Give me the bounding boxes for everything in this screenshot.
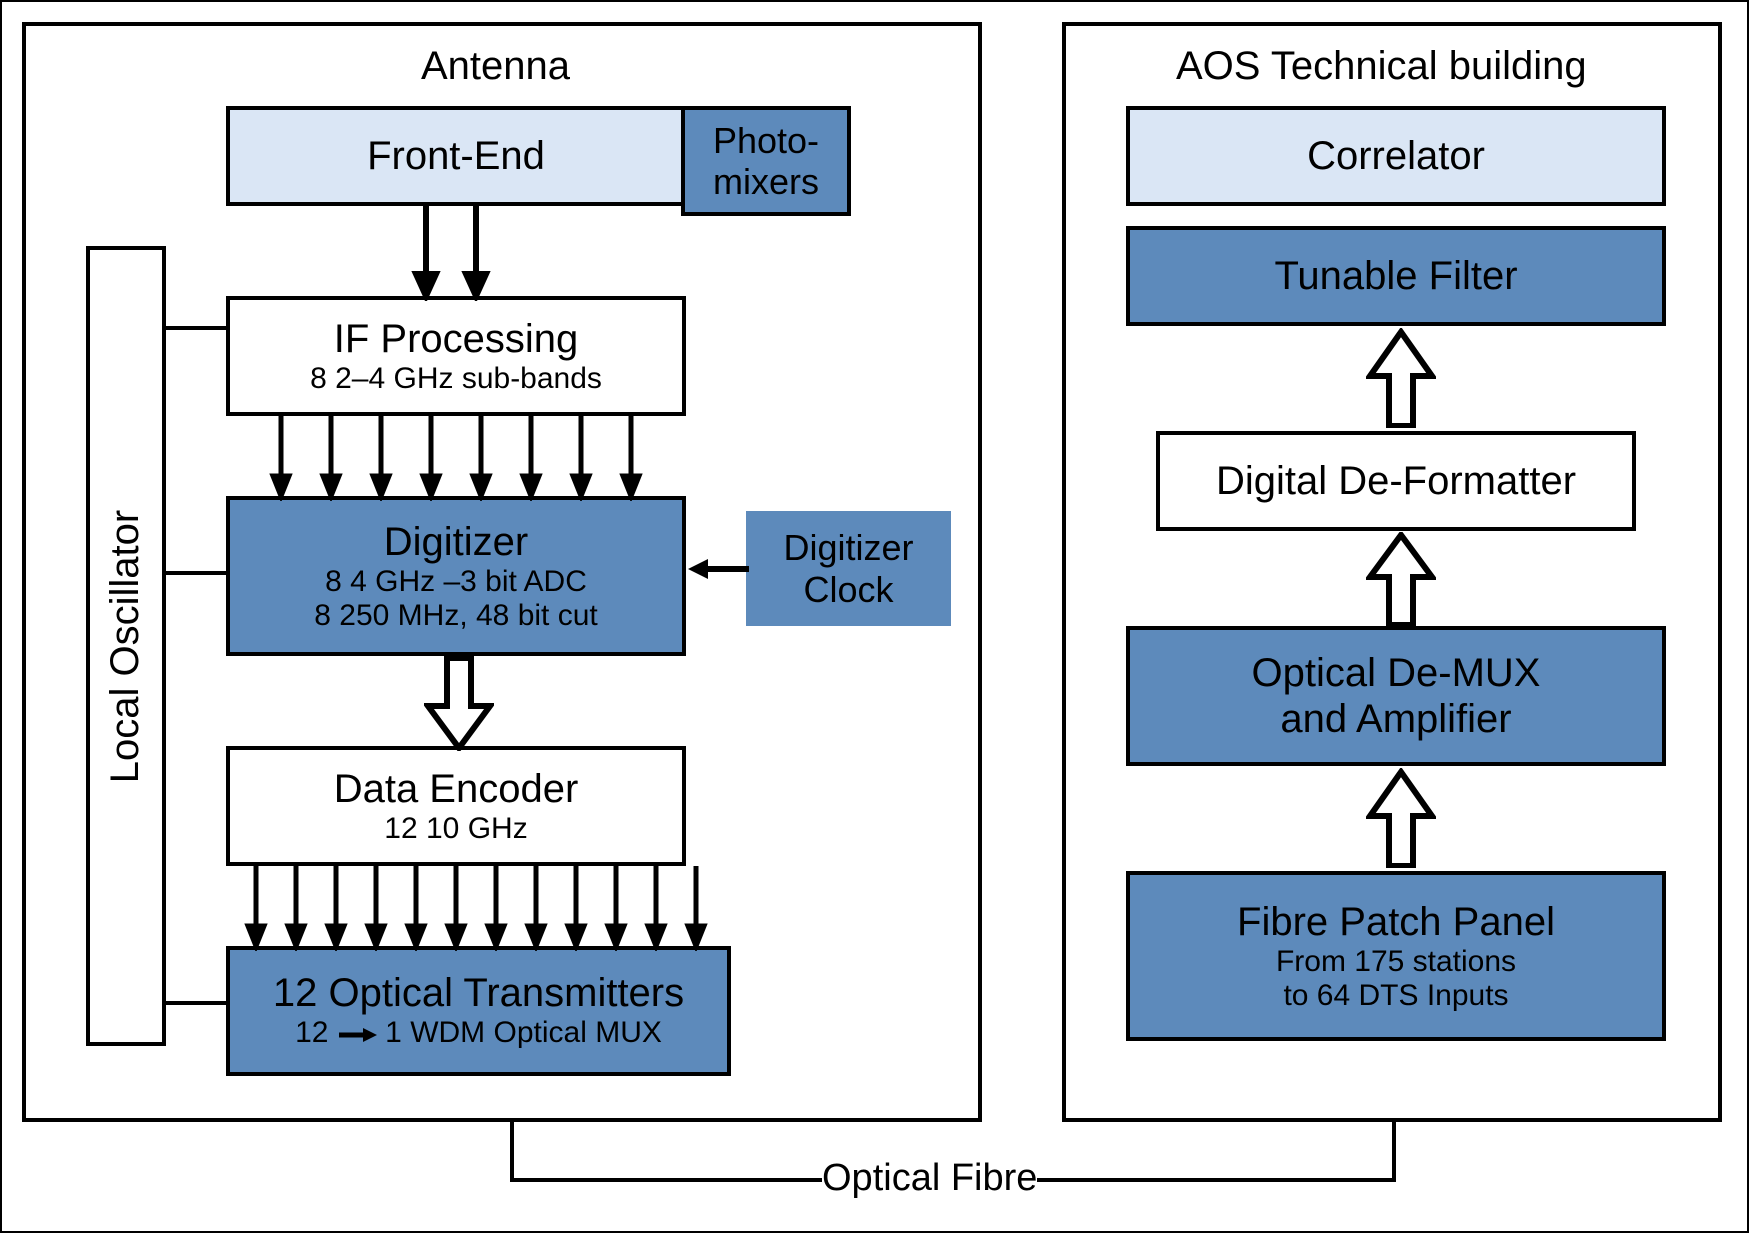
demux-l1: Optical De-MUX [1252,650,1541,696]
arrow-open-down-dig-to-enc-icon [424,656,494,751]
block-photomixers: Photo- mixers [681,106,851,216]
demux-l2: and Amplifier [1280,696,1511,742]
block-correlator: Correlator [1126,106,1666,206]
data-enc-l2: 12 10 GHz [384,812,527,847]
opt-tx-l2: 12 1 WDM Optical MUX [295,1016,662,1051]
patch-l2: From 175 stations [1276,945,1516,980]
arrow-digclock-to-dig-icon [686,554,751,584]
block-digitizer-clock: Digitizer Clock [746,511,951,626]
lo-to-opttx-line-icon [166,1001,226,1005]
fibre-v-right-icon [1392,1122,1396,1182]
photomixers-l2: mixers [713,161,819,202]
data-enc-l1: Data Encoder [334,766,579,812]
block-optical-demux: Optical De-MUX and Amplifier [1126,626,1666,766]
front-end-label: Front-End [367,133,545,179]
local-oscillator-label: Local Oscillator [104,509,149,782]
opt-tx-l1: 12 Optical Transmitters [273,970,684,1016]
patch-l1: Fibre Patch Panel [1237,899,1555,945]
block-if-processing: IF Processing 8 2–4 GHz sub-bands [226,296,686,416]
block-front-end: Front-End [226,106,686,206]
panel-antenna: Antenna Local Oscillator Front-End Photo… [22,22,982,1122]
panel-antenna-title: Antenna [421,44,570,89]
block-optical-transmitters: 12 Optical Transmitters 12 1 WDM Optical… [226,946,731,1076]
correlator-label: Correlator [1307,133,1485,179]
if-proc-l1: IF Processing [334,316,579,362]
digitizer-l2: 8 4 GHz –3 bit ADC [325,565,587,600]
if-proc-l2: 8 2–4 GHz sub-bands [310,362,602,397]
arrows-fe-to-if-icon [386,206,526,301]
digitizer-clock-l1: Digitizer [783,527,913,568]
lo-to-if-line-icon [166,326,226,330]
opt-tx-l2a: 12 [295,1016,328,1049]
fibre-v-left-icon [510,1122,514,1182]
arrow-open-up-patch-to-demux-icon [1366,768,1436,868]
lo-to-digitizer-line-icon [166,571,226,575]
block-data-encoder: Data Encoder 12 10 GHz [226,746,686,866]
arrow-open-up-deformatter-to-filter-icon [1366,328,1436,428]
arrow-right-icon [337,1017,377,1052]
photomixers-l1: Photo- [713,120,819,161]
arrows-enc-to-opttx-icon [236,866,716,951]
block-fibre-patch-panel: Fibre Patch Panel From 175 stations to 6… [1126,871,1666,1041]
digitizer-l3: 8 250 MHz, 48 bit cut [314,599,597,634]
opt-tx-l2b: 1 WDM Optical MUX [385,1016,662,1049]
block-tunable-filter: Tunable Filter [1126,226,1666,326]
optical-fibre-caption: Optical Fibre [822,1157,1037,1200]
diagram-canvas: Antenna Local Oscillator Front-End Photo… [0,0,1749,1233]
deformatter-label: Digital De-Formatter [1216,458,1576,504]
panel-aos: AOS Technical building Correlator Tunabl… [1062,22,1722,1122]
panel-aos-title: AOS Technical building [1176,44,1587,89]
block-digitizer: Digitizer 8 4 GHz –3 bit ADC 8 250 MHz, … [226,496,686,656]
tunable-filter-label: Tunable Filter [1274,253,1517,299]
digitizer-l1: Digitizer [384,519,528,565]
arrow-open-up-demux-to-deformatter-icon [1366,532,1436,627]
digitizer-clock-l2: Clock [803,569,893,610]
block-deformatter: Digital De-Formatter [1156,431,1636,531]
arrows-if-to-digitizer-icon [261,416,661,501]
local-oscillator-box: Local Oscillator [86,246,166,1046]
patch-l3: to 64 DTS Inputs [1283,979,1508,1014]
